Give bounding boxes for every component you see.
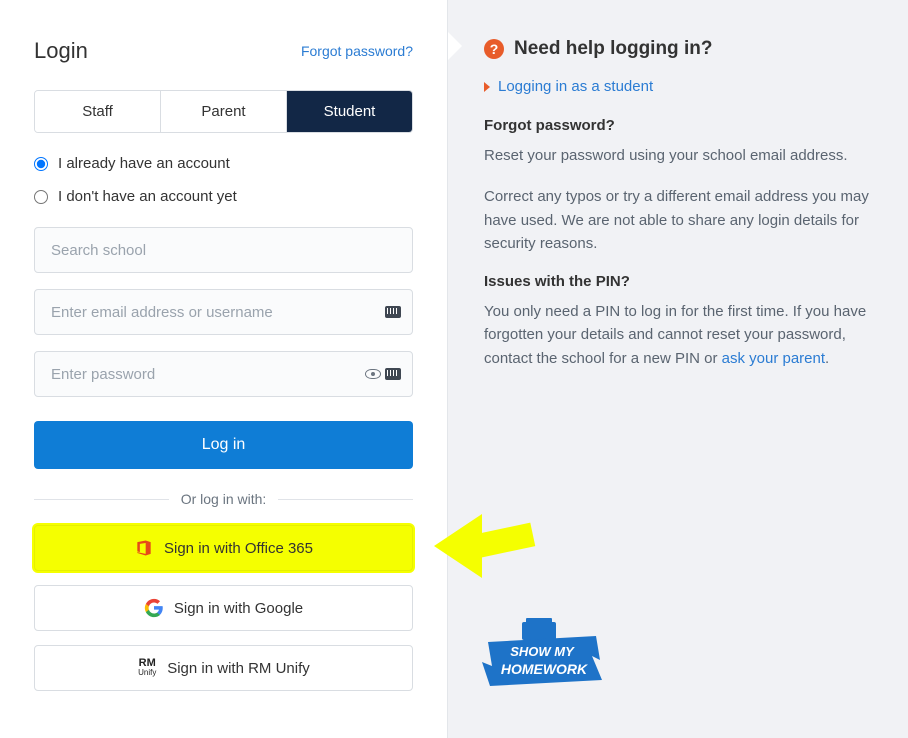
help-forgot-title: Forgot password?: [484, 117, 872, 134]
tab-parent[interactable]: Parent: [161, 91, 287, 132]
login-panel: Login Forgot password? Staff Parent Stud…: [0, 0, 448, 738]
google-icon: [144, 598, 164, 618]
help-student-link-text: Logging in as a student: [498, 78, 653, 95]
office-icon: [134, 538, 154, 558]
keyboard-icon: [385, 306, 401, 318]
sso-office365-button[interactable]: Sign in with Office 365: [34, 525, 413, 571]
svg-text:HOMEWORK: HOMEWORK: [501, 661, 588, 677]
help-student-link[interactable]: Logging in as a student: [484, 78, 872, 95]
sso-rmunify-label: Sign in with RM Unify: [167, 660, 310, 677]
sso-google-button[interactable]: Sign in with Google: [34, 585, 413, 631]
keyboard-icon: [385, 368, 401, 380]
sso-office365-label: Sign in with Office 365: [164, 540, 313, 557]
email-input[interactable]: [34, 289, 413, 335]
help-heading: ? Need help logging in?: [484, 38, 872, 60]
password-input[interactable]: [34, 351, 413, 397]
help-forgot-p2: Correct any typos or try a different ema…: [484, 185, 872, 255]
login-button[interactable]: Log in: [34, 421, 413, 469]
eye-icon[interactable]: [365, 369, 381, 379]
help-pin-title: Issues with the PIN?: [484, 273, 872, 290]
sso-divider-label: Or log in with:: [169, 491, 279, 507]
tab-staff[interactable]: Staff: [35, 91, 161, 132]
tab-student[interactable]: Student: [287, 91, 412, 132]
panel-pointer-notch: [448, 32, 462, 60]
role-tabs: Staff Parent Student: [34, 90, 413, 133]
radio-have-account-label: I already have an account: [58, 155, 230, 172]
help-pin-post: .: [825, 350, 829, 367]
radio-no-account[interactable]: [34, 190, 48, 204]
ask-parent-link[interactable]: ask your parent: [722, 350, 825, 367]
forgot-password-link[interactable]: Forgot password?: [301, 43, 413, 59]
caret-right-icon: [484, 82, 490, 92]
show-my-homework-logo: SHOW MY HOMEWORK: [482, 614, 602, 709]
rm-unify-icon: RMUnify: [137, 658, 157, 678]
svg-text:SHOW MY: SHOW MY: [510, 644, 575, 659]
question-icon: ?: [484, 39, 504, 59]
sso-divider: Or log in with:: [34, 491, 413, 507]
password-icons: [365, 368, 401, 380]
help-forgot-p1: Reset your password using your school em…: [484, 144, 872, 167]
radio-no-account-label: I don't have an account yet: [58, 188, 237, 205]
help-pin-text: You only need a PIN to log in for the fi…: [484, 300, 872, 370]
sso-google-label: Sign in with Google: [174, 600, 303, 617]
radio-have-account[interactable]: [34, 157, 48, 171]
search-school-input[interactable]: [34, 227, 413, 273]
page-title: Login: [34, 38, 88, 64]
sso-rmunify-button[interactable]: RMUnify Sign in with RM Unify: [34, 645, 413, 691]
help-heading-text: Need help logging in?: [514, 38, 712, 60]
